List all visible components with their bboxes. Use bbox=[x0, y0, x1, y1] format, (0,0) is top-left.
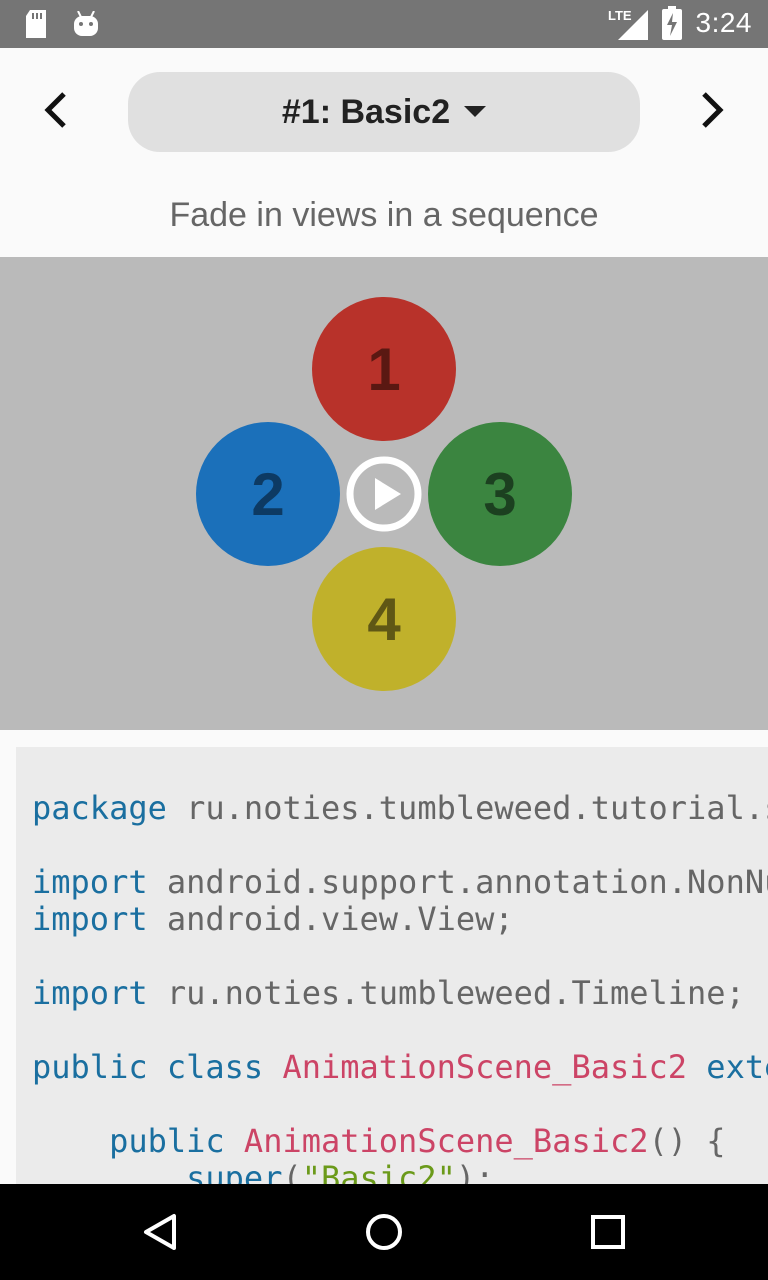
code-token: import bbox=[32, 974, 148, 1012]
circle-1: 1 bbox=[312, 297, 456, 441]
circle-label: 3 bbox=[483, 460, 517, 528]
status-bar: LTE 3:24 bbox=[0, 0, 768, 48]
battery-charging-icon bbox=[661, 6, 682, 40]
code-line: public AnimationScene_Basic2() { bbox=[32, 1122, 726, 1160]
code-token: AnimationScene_Basic2 bbox=[282, 1048, 688, 1086]
toolbar: #1: Basic2 bbox=[0, 48, 768, 178]
caret-down-icon bbox=[464, 106, 487, 117]
home-circle-icon bbox=[366, 1214, 402, 1250]
circle-label: 2 bbox=[251, 460, 285, 528]
circle-3: 3 bbox=[428, 422, 572, 566]
code-token: () { bbox=[648, 1122, 726, 1160]
scene-title: #1: Basic2 bbox=[281, 92, 451, 131]
recent-square-icon bbox=[591, 1215, 625, 1249]
clock: 3:24 bbox=[695, 7, 752, 38]
code-token: exte bbox=[706, 1048, 768, 1086]
code-token: android.support.annotation.NonNu bbox=[147, 863, 768, 901]
scene-selector-dropdown[interactable]: #1: Basic2 bbox=[128, 72, 640, 152]
code-line: super("Basic2"); bbox=[32, 1159, 494, 1184]
code-token: ( bbox=[282, 1159, 302, 1184]
code-line: import android.support.annotation.NonNu bbox=[32, 863, 768, 901]
recent-apps-button[interactable] bbox=[588, 1212, 628, 1252]
play-button[interactable] bbox=[344, 454, 424, 534]
code-line: package ru.noties.tumbleweed.tutorial.s bbox=[32, 789, 768, 827]
code-token: public class bbox=[32, 1048, 264, 1086]
system-navigation-bar bbox=[0, 1184, 768, 1280]
play-circle-icon bbox=[346, 456, 422, 532]
code-line: import ru.noties.tumbleweed.Timeline; bbox=[32, 974, 745, 1012]
android-icon bbox=[74, 11, 98, 36]
code-viewer[interactable]: package ru.noties.tumbleweed.tutorial.s … bbox=[16, 747, 768, 1184]
circle-2: 2 bbox=[196, 422, 340, 566]
lte-signal-icon: LTE bbox=[608, 8, 648, 40]
circle-label: 1 bbox=[367, 335, 401, 403]
sd-card-icon bbox=[26, 10, 46, 38]
code-token: ru.noties.tumbleweed.Timeline; bbox=[147, 974, 745, 1012]
animation-scene: 1 2 3 4 bbox=[0, 257, 768, 730]
home-button[interactable] bbox=[364, 1212, 404, 1252]
code-line: public class AnimationScene_Basic2 exte bbox=[32, 1048, 768, 1086]
code-token: import bbox=[32, 900, 148, 938]
code-token: AnimationScene_Basic2 bbox=[243, 1122, 649, 1160]
back-triangle-icon bbox=[144, 1214, 176, 1250]
circle-label: 4 bbox=[367, 585, 401, 653]
code-token: import bbox=[32, 863, 148, 901]
prev-button[interactable] bbox=[36, 90, 76, 130]
svg-text:LTE: LTE bbox=[608, 8, 632, 23]
code-token: ru.noties.tumbleweed.tutorial.s bbox=[166, 789, 768, 827]
code-line: import android.view.View; bbox=[32, 900, 514, 938]
circle-4: 4 bbox=[312, 547, 456, 691]
scene-description: Fade in views in a sequence bbox=[169, 196, 599, 234]
code-token: public bbox=[32, 1122, 225, 1160]
next-button[interactable] bbox=[692, 90, 732, 130]
chevron-right-icon bbox=[702, 92, 724, 128]
back-button[interactable] bbox=[140, 1212, 180, 1252]
chevron-left-icon bbox=[44, 92, 66, 128]
code-token: ); bbox=[455, 1159, 495, 1184]
code-token: "Basic2" bbox=[301, 1159, 456, 1184]
code-token: package bbox=[32, 789, 167, 827]
code-token: android.view.View; bbox=[147, 900, 514, 938]
code-token: super bbox=[32, 1159, 283, 1184]
